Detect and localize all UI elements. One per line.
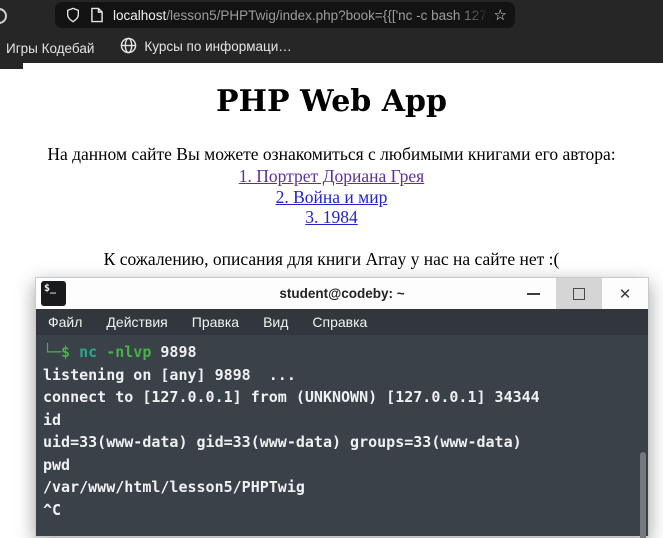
no-description-note: К сожалению, описания для книги Array у … [103,248,560,269]
book-link-1[interactable]: 1. Портрет Дориана Грея [0,166,663,187]
book-link-3[interactable]: 3. 1984 [0,207,663,228]
globe-icon [120,37,137,57]
menu-item-edit[interactable]: Правка [192,314,239,330]
web-page: PHP Web App На данном сайте Вы можете оз… [0,63,663,538]
terminal-output[interactable]: └─$ nc -nlvp 9898 listening on [any] 989… [36,335,648,538]
book-link-2[interactable]: 2. Война и мир [0,187,663,208]
bookmark-label: Курсы по информаци… [144,39,292,54]
page-title: PHP Web App [216,84,447,119]
url-bar[interactable]: localhost/lesson5/PHPTwig/index.php?book… [55,2,515,28]
minimize-icon [526,292,540,295]
partial-toolbar-icon[interactable] [0,8,7,24]
terminal-app-icon: $_ [41,281,66,306]
terminal-line: /var/www/html/lesson5/PHPTwig [43,478,305,496]
close-button[interactable]: ✕ [602,278,648,309]
shield-icon[interactable] [65,7,81,23]
url-text[interactable]: localhost/lesson5/PHPTwig/index.php?book… [113,8,490,23]
chrome-notch [0,63,23,69]
bookmark-label: Игры Кодебай [6,41,95,56]
url-path: /lesson5/PHPTwig/index.php?book={{['nc -… [166,7,489,23]
terminal-line: pwd [43,455,71,474]
terminal-line: uid=33(www-data) gid=33(www-data) groups… [43,433,522,451]
window-controls: ✕ [510,278,648,309]
menu-item-help[interactable]: Справка [312,314,367,330]
prompt-flags: -nlvp [106,343,161,361]
terminal-scrollbar[interactable] [640,452,646,538]
prompt-symbol: └─$ [43,343,80,361]
terminal-prompt-line: └─$ nc -nlvp 9898 [43,341,638,364]
prompt-port: 9898 [160,343,197,361]
browser-toolbar: localhost/lesson5/PHPTwig/index.php?book… [0,0,663,30]
terminal-line: ^C [43,500,62,519]
terminal-line: connect to [127.0.0.1] from (UNKNOWN) [1… [43,388,540,406]
page-info-icon[interactable] [90,7,104,23]
url-fade [457,2,491,28]
terminal-window: $_ student@codeby: ~ ✕ Файл Действия Пра… [35,277,649,538]
maximize-icon [573,287,585,300]
menu-item-file[interactable]: Файл [48,314,82,330]
prompt-command: nc [79,343,107,361]
terminal-line: id [43,410,62,429]
bookmark-star-icon[interactable]: ☆ [494,8,507,23]
terminal-menubar: Файл Действия Правка Вид Справка [36,309,648,335]
terminal-line: listening on [any] 9898 ... [43,365,296,384]
book-links: 1. Портрет Дориана Грея 2. Война и мир 3… [0,166,663,228]
browser-chrome: localhost/lesson5/PHPTwig/index.php?book… [0,0,663,63]
bookmark-item-games[interactable]: Игры Кодебай [6,41,94,56]
terminal-titlebar[interactable]: $_ student@codeby: ~ ✕ [36,278,648,309]
bookmark-item-courses[interactable]: Курсы по информаци… [120,37,292,57]
menu-item-view[interactable]: Вид [263,314,288,330]
intro-text: На данном сайте Вы можете ознакомиться с… [47,144,616,164]
maximize-button[interactable] [556,278,602,309]
url-host: localhost [113,7,167,23]
bookmarks-bar: Игры Кодебай Курсы по информаци… [0,30,663,63]
minimize-button[interactable] [510,278,556,309]
menu-item-actions[interactable]: Действия [106,314,167,330]
